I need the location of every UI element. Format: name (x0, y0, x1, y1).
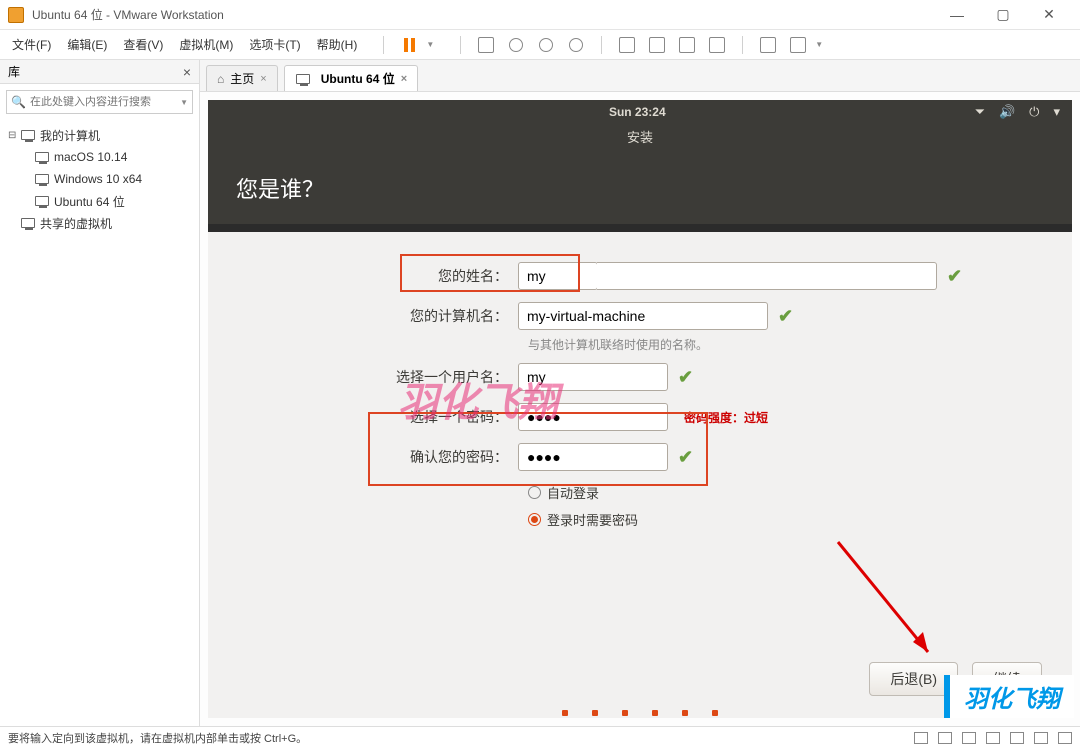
menu-view[interactable]: 查看(V) (123, 36, 163, 53)
menu-help[interactable]: 帮助(H) (317, 36, 358, 53)
vm-icon (34, 173, 50, 185)
vm-icon (34, 151, 50, 163)
shared-icon (20, 217, 36, 229)
tree-item-windows[interactable]: Windows 10 x64 (6, 168, 193, 190)
tab-ubuntu[interactable]: Ubuntu 64 位 × (284, 65, 418, 91)
installer-body: 您的姓名： ✔ 您的计算机名： ✔ 与其他计算机联络时使用的名称。 选择一个用户… (208, 232, 1072, 718)
toolbar-send-button[interactable] (475, 34, 497, 56)
annotation-arrow (828, 532, 948, 672)
installer-progress-dots (562, 710, 718, 716)
search-icon: 🔍 (11, 95, 26, 109)
input-name[interactable] (518, 262, 598, 290)
status-icon[interactable] (1058, 732, 1072, 744)
window-title: Ubuntu 64 位 - VMware Workstation (32, 6, 934, 23)
installer-window-title: 安装 (208, 124, 1072, 152)
tree-item-macos[interactable]: macOS 10.14 (6, 146, 193, 168)
tree-item-ubuntu[interactable]: Ubuntu 64 位 (6, 190, 193, 212)
power-icon[interactable]: ⏻ (1029, 104, 1039, 120)
toolbar-view1-button[interactable] (616, 34, 638, 56)
sidebar-search-input[interactable] (30, 96, 180, 108)
minimize-button[interactable]: — (934, 0, 980, 30)
sidebar-close-button[interactable]: × (183, 64, 191, 80)
radio-require-password[interactable]: 登录时需要密码 (528, 510, 1042, 529)
tree-collapse-icon[interactable]: ⊟ (8, 130, 20, 141)
tab-ubuntu-close[interactable]: × (401, 73, 407, 85)
vm-display[interactable]: Sun 23:24 ⏷ 🔊 ⏻ ▾ 安装 您是谁？ 您的姓名： ✔ (208, 100, 1072, 718)
network-icon[interactable]: ⏷ (975, 104, 985, 120)
maximize-button[interactable]: ▢ (980, 0, 1026, 30)
window-titlebar: Ubuntu 64 位 - VMware Workstation — ▢ ✕ (0, 0, 1080, 30)
library-sidebar: 库 × 🔍 ▼ ⊟ 我的计算机 macOS 10.14 Windows 10 x (0, 60, 200, 726)
computer-icon (20, 129, 36, 141)
input-password[interactable] (518, 403, 668, 431)
installer-heading: 您是谁？ (208, 152, 1072, 224)
logo-stamp: 羽化飞翔 (944, 675, 1074, 718)
radio-auto-login[interactable]: 自动登录 (528, 483, 1042, 502)
close-button[interactable]: ✕ (1026, 0, 1072, 30)
ubuntu-clock: Sun 23:24 (300, 105, 975, 119)
toolbar-manage-button[interactable] (565, 34, 587, 56)
pause-dropdown[interactable]: ▼ (426, 40, 434, 49)
menu-edit[interactable]: 编辑(E) (67, 36, 107, 53)
toolbar-view2-button[interactable] (646, 34, 668, 56)
toolbar-fullscreen-button[interactable] (757, 34, 779, 56)
toolbar-unity-button[interactable] (787, 34, 809, 56)
radio-icon (528, 486, 541, 499)
label-name: 您的姓名： (238, 266, 518, 286)
label-password: 选择一个密码： (238, 407, 518, 427)
ubuntu-top-bar: Sun 23:24 ⏷ 🔊 ⏻ ▾ (208, 100, 1072, 124)
pause-button[interactable] (398, 34, 420, 56)
tab-bar: ⌂ 主页 × Ubuntu 64 位 × (200, 60, 1080, 92)
tree-shared-vms[interactable]: 共享的虚拟机 (6, 212, 193, 234)
home-icon: ⌂ (217, 72, 224, 86)
label-username: 选择一个用户名： (238, 367, 518, 387)
toolbar-unity-dropdown[interactable]: ▼ (815, 40, 823, 49)
menu-tabs[interactable]: 选项卡(T) (249, 36, 300, 53)
computer-hint: 与其他计算机联络时使用的名称。 (528, 336, 1042, 353)
status-text: 要将输入定向到该虚拟机，请在虚拟机内部单击或按 Ctrl+G。 (8, 730, 307, 746)
check-icon: ✔ (678, 447, 693, 468)
tab-home[interactable]: ⌂ 主页 × (206, 65, 278, 91)
toolbar-view3-button[interactable] (676, 34, 698, 56)
menu-vm[interactable]: 虚拟机(M) (179, 36, 233, 53)
label-computer: 您的计算机名： (238, 306, 518, 326)
menu-dropdown-icon[interactable]: ▾ (1053, 104, 1060, 120)
status-icon[interactable] (986, 732, 1000, 744)
label-confirm: 确认您的密码： (238, 447, 518, 467)
status-icon[interactable] (914, 732, 928, 744)
tab-home-close[interactable]: × (260, 73, 266, 85)
check-icon: ✔ (778, 306, 793, 327)
radio-icon-checked (528, 513, 541, 526)
toolbar-view4-button[interactable] (706, 34, 728, 56)
sidebar-title: 库 (8, 63, 183, 80)
menu-bar: 文件(F) 编辑(E) 查看(V) 虚拟机(M) 选项卡(T) 帮助(H) ▼ … (0, 30, 1080, 60)
status-icon[interactable] (1034, 732, 1048, 744)
input-username[interactable] (518, 363, 668, 391)
status-icon[interactable] (938, 732, 952, 744)
sidebar-search-dropdown[interactable]: ▼ (180, 98, 188, 107)
tree-root-my-computer[interactable]: ⊟ 我的计算机 (6, 124, 193, 146)
status-icon[interactable] (962, 732, 976, 744)
input-computer-name[interactable] (518, 302, 768, 330)
password-strength-label: 密码强度：过短 (684, 409, 768, 426)
toolbar-revert-button[interactable] (535, 34, 557, 56)
vm-icon (34, 195, 50, 207)
status-icon[interactable] (1010, 732, 1024, 744)
app-icon (8, 7, 24, 23)
check-icon: ✔ (947, 266, 962, 287)
status-bar: 要将输入定向到该虚拟机，请在虚拟机内部单击或按 Ctrl+G。 (0, 726, 1080, 748)
check-icon: ✔ (678, 367, 693, 388)
sidebar-search[interactable]: 🔍 ▼ (6, 90, 193, 114)
vm-icon (295, 73, 311, 85)
menu-file[interactable]: 文件(F) (12, 36, 51, 53)
input-confirm-password[interactable] (518, 443, 668, 471)
toolbar-snapshot-button[interactable] (505, 34, 527, 56)
volume-icon[interactable]: 🔊 (999, 104, 1015, 120)
input-name-ext[interactable] (597, 262, 937, 290)
